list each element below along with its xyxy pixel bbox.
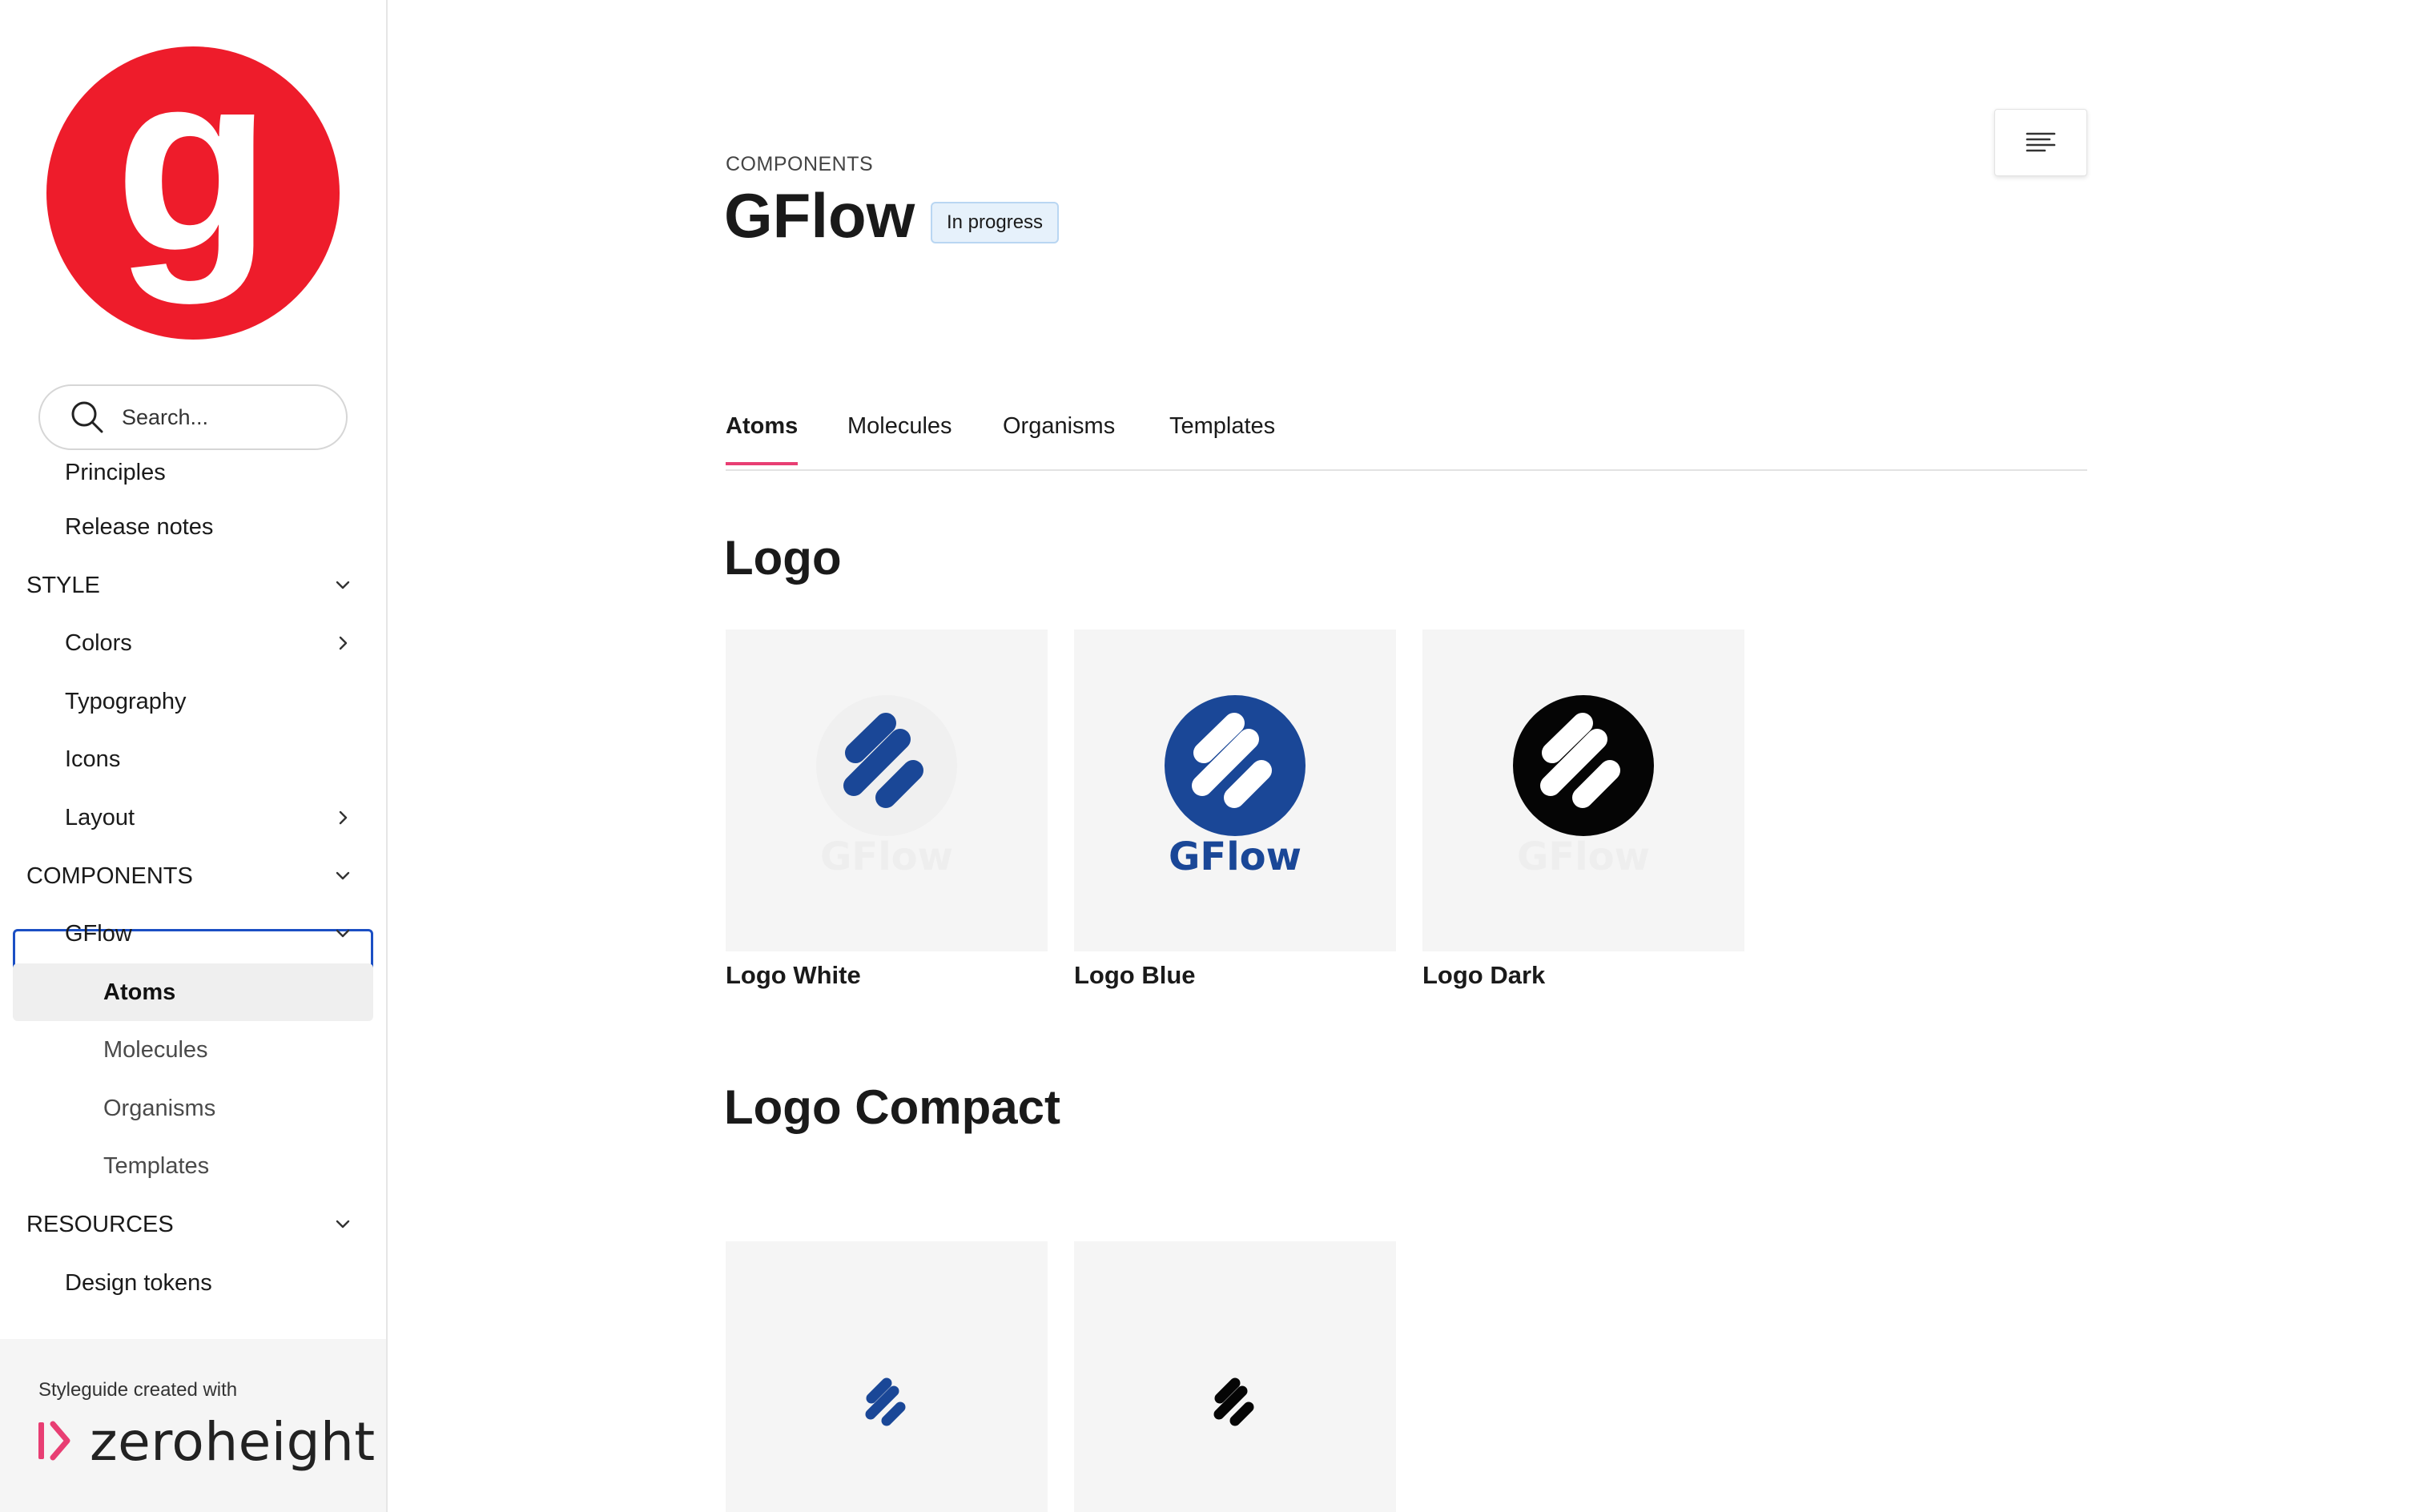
sidebar-item-label: GFlow bbox=[65, 920, 132, 947]
sidebar-item-gflow-row[interactable]: GFlow bbox=[0, 905, 376, 963]
zeroheight-wordmark: zeroheight bbox=[90, 1411, 376, 1473]
sidebar-item-principles[interactable]: Principles bbox=[0, 458, 376, 501]
logo-dark-tile[interactable]: GFlow bbox=[1422, 629, 1744, 951]
gflow-logo-blue-icon: GFlow bbox=[1165, 695, 1306, 879]
created-with-text: Styleguide created with bbox=[38, 1379, 238, 1401]
sidebar-item-label: STYLE bbox=[26, 572, 100, 598]
sidebar-item-label: RESOURCES bbox=[26, 1211, 174, 1237]
logo-blue-tile[interactable]: GFlow bbox=[1074, 629, 1396, 951]
sidebar-item-label: Design tokens bbox=[65, 1269, 212, 1296]
sidebar-item-atoms[interactable]: Atoms bbox=[13, 963, 373, 1021]
search-box[interactable] bbox=[38, 384, 348, 450]
sidebar-item-label: Molecules bbox=[103, 1036, 208, 1063]
section-title-logo-compact: Logo Compact bbox=[724, 1080, 1060, 1134]
sidebar-item-label: Icons bbox=[65, 746, 121, 772]
sidebar-item-typography[interactable]: Typography bbox=[0, 673, 376, 730]
main-content: COMPONENTS GFlow In progress Atoms Molec… bbox=[389, 0, 2422, 1512]
sidebar-item-release-notes[interactable]: Release notes bbox=[0, 498, 376, 556]
search-icon bbox=[71, 401, 103, 433]
tab-molecules[interactable]: Molecules bbox=[847, 413, 952, 462]
sidebar: g Principles Release notes STYLE Colors … bbox=[0, 0, 388, 1512]
svg-text:GFlow: GFlow bbox=[1169, 834, 1302, 879]
sidebar-section-style[interactable]: STYLE bbox=[0, 557, 376, 614]
text-align-left-icon bbox=[2026, 132, 2056, 152]
status-badge: In progress bbox=[931, 202, 1060, 243]
logo-blue-caption: Logo Blue bbox=[1074, 961, 1196, 989]
breadcrumb: COMPONENTS bbox=[726, 153, 874, 175]
sidebar-item-templates[interactable]: Templates bbox=[0, 1137, 376, 1195]
tab-templates[interactable]: Templates bbox=[1169, 413, 1275, 462]
chevron-right-icon bbox=[339, 810, 348, 825]
sidebar-item-label: Colors bbox=[65, 629, 132, 656]
g-letter-icon: g bbox=[115, 46, 271, 306]
sidebar-item-label: Principles bbox=[65, 459, 166, 485]
sidebar-item-label: Organisms bbox=[103, 1095, 216, 1121]
tab-organisms[interactable]: Organisms bbox=[1003, 413, 1115, 462]
tab-atoms[interactable]: Atoms bbox=[726, 413, 799, 465]
gflow-compact-dark-icon bbox=[1213, 1377, 1254, 1426]
svg-text:g: g bbox=[115, 46, 271, 306]
svg-text:GFlow: GFlow bbox=[820, 834, 953, 879]
sidebar-item-molecules[interactable]: Molecules bbox=[0, 1021, 376, 1079]
sidebar-footer[interactable]: Styleguide created with zeroheight bbox=[0, 1339, 386, 1512]
sidebar-item-label: Release notes bbox=[65, 513, 214, 540]
table-of-contents-button[interactable] bbox=[1994, 109, 2087, 176]
logo-compact-blue-tile[interactable] bbox=[726, 1241, 1048, 1512]
chevron-down-icon bbox=[336, 929, 350, 938]
sidebar-item-label: Typography bbox=[65, 688, 187, 714]
sidebar-nav: Principles Release notes STYLE Colors Ty… bbox=[0, 458, 386, 1339]
search-input[interactable] bbox=[122, 404, 330, 430]
chevron-down-icon bbox=[336, 871, 350, 880]
logo-compact-dark-tile[interactable] bbox=[1074, 1241, 1396, 1512]
sidebar-section-resources[interactable]: RESOURCES bbox=[0, 1196, 376, 1253]
gflow-logo-dark-icon: GFlow bbox=[1513, 695, 1654, 879]
sidebar-item-organisms[interactable]: Organisms bbox=[0, 1080, 376, 1137]
brand-logo[interactable]: g bbox=[46, 46, 340, 340]
gflow-compact-blue-icon bbox=[865, 1377, 906, 1426]
sidebar-item-layout[interactable]: Layout bbox=[0, 789, 376, 846]
page-title: GFlow bbox=[724, 180, 915, 251]
zeroheight-mark-icon bbox=[38, 1421, 70, 1461]
chevron-down-icon bbox=[336, 1220, 350, 1228]
tab-bar: Atoms Molecules Organisms Templates bbox=[726, 400, 2087, 471]
sidebar-item-colors[interactable]: Colors bbox=[0, 614, 376, 672]
sidebar-section-components[interactable]: COMPONENTS bbox=[0, 847, 376, 905]
logo-white-tile[interactable]: GFlow bbox=[726, 629, 1048, 951]
svg-text:GFlow: GFlow bbox=[1517, 834, 1650, 879]
logo-dark-caption: Logo Dark bbox=[1422, 961, 1546, 989]
chevron-right-icon bbox=[339, 636, 348, 650]
sidebar-item-label: Layout bbox=[65, 804, 135, 830]
logo-white-caption: Logo White bbox=[726, 961, 861, 989]
gflow-logo-white-icon: GFlow bbox=[816, 695, 957, 879]
sidebar-item-label: COMPONENTS bbox=[26, 863, 193, 889]
sidebar-item-label: Atoms bbox=[103, 979, 176, 1005]
sidebar-item-icons[interactable]: Icons bbox=[0, 730, 376, 788]
section-title-logo: Logo bbox=[724, 531, 842, 585]
sidebar-item-design-tokens[interactable]: Design tokens bbox=[0, 1254, 376, 1312]
chevron-down-icon bbox=[336, 581, 350, 589]
sidebar-item-label: Templates bbox=[103, 1152, 210, 1179]
